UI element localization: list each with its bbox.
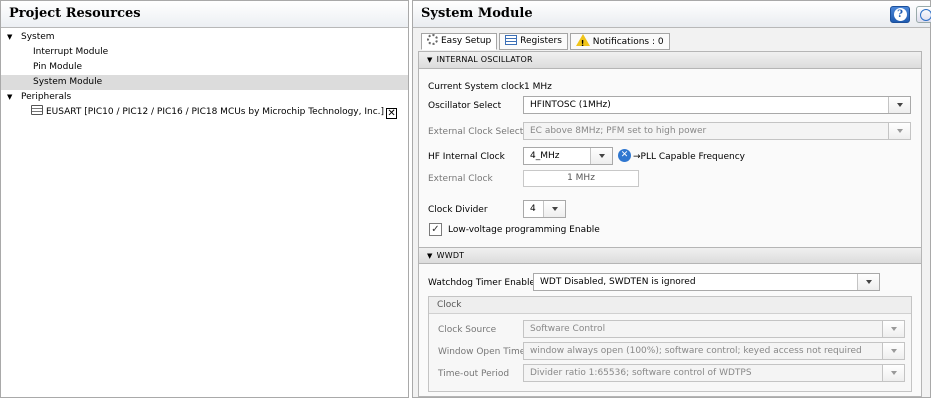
tree-item-interrupt-module[interactable]: Interrupt Module bbox=[1, 45, 408, 60]
tab-registers[interactable]: Registers bbox=[499, 33, 568, 50]
external-clock-select-dropdown[interactable]: EC above 8MHz; PFM set to high power bbox=[523, 122, 911, 140]
expand-triangle-icon[interactable]: ▼ bbox=[7, 30, 12, 45]
chevron-down-icon[interactable] bbox=[888, 97, 910, 113]
window-open-time-dropdown[interactable]: window always open (100%); software cont… bbox=[523, 342, 905, 360]
chevron-down-icon[interactable] bbox=[590, 148, 612, 164]
external-clock-label: External Clock bbox=[428, 174, 493, 184]
tab-label: Easy Setup bbox=[441, 36, 492, 46]
watchdog-enable-label: Watchdog Timer Enable bbox=[428, 278, 536, 288]
tab-easy-setup[interactable]: Easy Setup bbox=[421, 33, 498, 50]
oscillator-select-label: Oscillator Select bbox=[428, 101, 502, 111]
current-clock-value: 1 MHz bbox=[524, 82, 552, 92]
watchdog-enable-dropdown[interactable]: WDT Disabled, SWDTEN is ignored bbox=[533, 273, 880, 291]
external-clock-select-label: External Clock Select bbox=[428, 127, 524, 137]
dropdown-value: Software Control bbox=[530, 324, 606, 334]
registers-icon bbox=[505, 35, 518, 45]
easy-setup-content: ▼ INTERNAL OSCILLATOR Current System cloc… bbox=[418, 51, 922, 397]
gear-icon bbox=[427, 34, 438, 45]
timeout-period-dropdown[interactable]: Divider ratio 1:65536; software control … bbox=[523, 364, 905, 382]
tree-item-label: System bbox=[21, 32, 55, 42]
tab-label: Registers bbox=[520, 36, 562, 46]
globe-icon bbox=[920, 9, 931, 21]
tree-item-label: Pin Module bbox=[33, 62, 83, 72]
tree-item-peripherals[interactable]: ▼ Peripherals bbox=[1, 90, 408, 105]
section-title: INTERNAL OSCILLATOR bbox=[436, 55, 533, 64]
tree-item-system-module[interactable]: System Module bbox=[1, 75, 408, 90]
internal-oscillator-section-header[interactable]: ▼ INTERNAL OSCILLATOR bbox=[419, 52, 921, 69]
internal-oscillator-section: Current System clock 1 MHz Oscillator Se… bbox=[419, 69, 921, 247]
tree-item-eusart[interactable]: EUSART [PIC10 / PIC12 / PIC16 / PIC18 MC… bbox=[1, 105, 408, 120]
pll-capable-text: →PLL Capable Frequency bbox=[633, 152, 745, 162]
lvp-checkbox[interactable]: ✓ bbox=[429, 223, 442, 236]
clock-source-dropdown[interactable]: Software Control bbox=[523, 320, 905, 338]
collapse-triangle-icon[interactable]: ▼ bbox=[427, 252, 433, 260]
tab-notifications[interactable]: Notifications : 0 bbox=[569, 33, 670, 51]
clock-divider-dropdown[interactable]: 4 bbox=[523, 200, 566, 218]
current-clock-label: Current System clock bbox=[428, 82, 525, 92]
resource-tree: ▼ System Interrupt Module Pin Module Sys… bbox=[1, 28, 408, 120]
expand-triangle-icon[interactable]: ▼ bbox=[7, 90, 12, 105]
hf-internal-clock-dropdown[interactable]: 4_MHz bbox=[523, 147, 613, 165]
remove-peripheral-icon[interactable]: ✕ bbox=[386, 108, 398, 119]
warning-icon bbox=[575, 34, 590, 51]
system-module-panel: System Module ? Easy Setup Registers Not… bbox=[412, 0, 931, 398]
dropdown-value: EC above 8MHz; PFM set to high power bbox=[530, 126, 707, 136]
dropdown-value: 4_MHz bbox=[530, 151, 560, 161]
collapse-triangle-icon[interactable]: ▼ bbox=[427, 56, 433, 64]
hf-internal-clock-label: HF Internal Clock bbox=[428, 152, 505, 162]
tree-item-label: Interrupt Module bbox=[33, 47, 109, 57]
help-button[interactable]: ? bbox=[890, 6, 910, 23]
dropdown-value: Divider ratio 1:65536; software control … bbox=[530, 368, 752, 378]
wwdt-section: Watchdog Timer Enable WDT Disabled, SWDT… bbox=[419, 264, 921, 396]
wwdt-section-header[interactable]: ▼ WWDT bbox=[419, 247, 921, 264]
system-module-header: System Module ? bbox=[413, 1, 931, 28]
clock-group-title: Clock bbox=[429, 297, 911, 314]
dropdown-value: 4 bbox=[530, 204, 536, 214]
project-resources-title: Project Resources bbox=[1, 1, 408, 28]
tree-item-label: EUSART [PIC10 / PIC12 / PIC16 / PIC18 MC… bbox=[46, 107, 385, 117]
clock-source-label: Clock Source bbox=[438, 325, 497, 335]
chevron-down-icon[interactable] bbox=[882, 343, 904, 359]
clock-divider-label: Clock Divider bbox=[428, 205, 488, 215]
dropdown-value: window always open (100%); software cont… bbox=[530, 346, 862, 356]
oscillator-select-dropdown[interactable]: HFINTOSC (1MHz) bbox=[523, 96, 911, 114]
dropdown-value: HFINTOSC (1MHz) bbox=[530, 100, 611, 110]
info-icon[interactable]: ✕ bbox=[618, 149, 631, 162]
dropdown-value: WDT Disabled, SWDTEN is ignored bbox=[540, 277, 696, 287]
chevron-down-icon[interactable] bbox=[882, 365, 904, 381]
system-module-title: System Module bbox=[421, 6, 533, 21]
tree-item-label: Peripherals bbox=[21, 92, 72, 102]
section-title: WWDT bbox=[436, 251, 465, 260]
timeout-period-label: Time-out Period bbox=[438, 369, 510, 379]
window-open-time-label: Window Open Time bbox=[438, 347, 526, 357]
clock-group: Clock Clock Source Software Control Wind… bbox=[428, 296, 912, 392]
tree-item-pin-module[interactable]: Pin Module bbox=[1, 60, 408, 75]
tree-item-system[interactable]: ▼ System bbox=[1, 30, 408, 45]
tree-item-label: System Module bbox=[33, 77, 103, 87]
external-clock-field[interactable]: 1 MHz bbox=[523, 170, 639, 187]
help-icon: ? bbox=[893, 8, 907, 21]
tab-bar: Easy Setup Registers Notifications : 0 bbox=[413, 28, 930, 51]
lvp-label: Low-voltage programming Enable bbox=[448, 225, 600, 235]
peripheral-icon bbox=[31, 105, 43, 115]
tab-label: Notifications : 0 bbox=[592, 37, 664, 47]
chevron-down-icon[interactable] bbox=[882, 321, 904, 337]
project-resources-panel: Project Resources ▼ System Interrupt Mod… bbox=[0, 0, 409, 398]
scrollbar[interactable] bbox=[926, 51, 930, 397]
chevron-down-icon[interactable] bbox=[543, 201, 565, 217]
web-button[interactable] bbox=[916, 6, 931, 23]
chevron-down-icon[interactable] bbox=[857, 274, 879, 290]
chevron-down-icon[interactable] bbox=[888, 123, 910, 139]
